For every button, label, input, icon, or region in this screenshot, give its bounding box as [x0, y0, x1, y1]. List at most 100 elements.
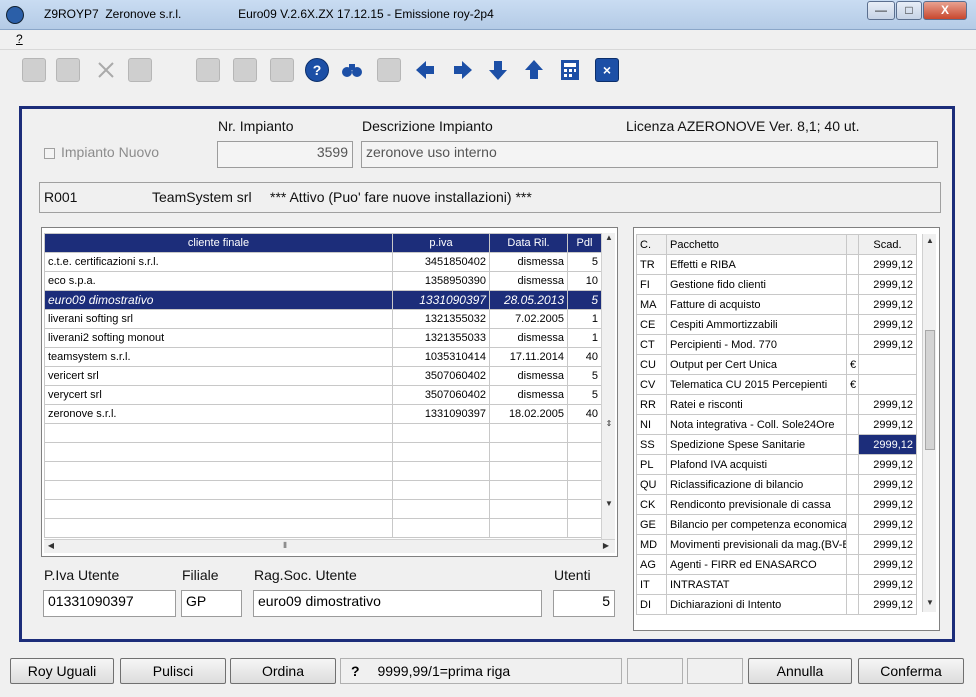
- package-currency-cell[interactable]: [846, 554, 859, 575]
- package-currency-cell[interactable]: [846, 334, 859, 355]
- client-row[interactable]: vericert srl 3507060402 dismessa 5: [44, 366, 602, 386]
- package-name-cell[interactable]: Movimenti previsionali da mag.(BV-B: [666, 534, 847, 555]
- package-row[interactable]: GE Bilancio per competenza economica 2999,…: [636, 514, 917, 535]
- client-row[interactable]: euro09 dimostrativo 1331090397 28.05.2013 5: [44, 290, 602, 310]
- package-scadenza-cell[interactable]: 2999,12: [858, 554, 917, 575]
- package-scadenza-cell[interactable]: 2999,12: [858, 274, 917, 295]
- filiale-field[interactable]: GP: [181, 590, 242, 617]
- package-name-cell[interactable]: Effetti e RIBA: [666, 254, 847, 275]
- package-currency-cell[interactable]: [846, 274, 859, 295]
- client-piva-cell[interactable]: 1331090397: [392, 404, 490, 424]
- package-currency-cell[interactable]: [846, 474, 859, 495]
- client-data-cell[interactable]: 17.11.2014: [489, 347, 568, 367]
- package-currency-cell[interactable]: [846, 314, 859, 335]
- package-scadenza-cell[interactable]: 2999,12: [858, 314, 917, 335]
- scroll-left-arrow[interactable]: ◀: [44, 541, 58, 550]
- save-all-icon[interactable]: [56, 58, 80, 82]
- package-scadenza-cell[interactable]: 2999,12: [858, 594, 917, 615]
- arrow-left-icon[interactable]: [414, 58, 438, 82]
- minimize-button[interactable]: —: [867, 1, 895, 20]
- package-scadenza-cell[interactable]: [858, 374, 917, 395]
- client-row[interactable]: verycert srl 3507060402 dismessa 5: [44, 385, 602, 405]
- col-scadenza[interactable]: Scad.: [858, 234, 917, 255]
- utenti-field[interactable]: 5: [553, 590, 615, 617]
- impianto-nuovo-checkbox[interactable]: [44, 148, 55, 159]
- package-name-cell[interactable]: Nota integrativa - Coll. Sole24Ore: [666, 414, 847, 435]
- package-code-cell[interactable]: CT: [636, 334, 667, 355]
- calculator-icon[interactable]: [558, 58, 582, 82]
- client-pdl-cell[interactable]: 1: [567, 328, 602, 348]
- print-icon[interactable]: [128, 58, 152, 82]
- package-code-cell[interactable]: DI: [636, 594, 667, 615]
- package-row[interactable]: TR Effetti e RIBA 2999,12: [636, 254, 917, 275]
- client-data-cell[interactable]: dismessa: [489, 271, 568, 291]
- package-scadenza-cell[interactable]: 2999,12: [858, 334, 917, 355]
- package-currency-cell[interactable]: [846, 254, 859, 275]
- client-pdl-cell[interactable]: 1: [567, 309, 602, 329]
- scroll-up-arrow[interactable]: ▲: [602, 233, 616, 242]
- package-currency-cell[interactable]: [846, 294, 859, 315]
- package-row[interactable]: CU Output per Cert Unica €: [636, 354, 917, 375]
- binoculars-icon[interactable]: [340, 58, 364, 82]
- client-name-cell[interactable]: vericert srl: [44, 366, 393, 386]
- package-code-cell[interactable]: AG: [636, 554, 667, 575]
- scroll-down-arrow[interactable]: ▼: [602, 499, 616, 508]
- package-currency-cell[interactable]: [846, 534, 859, 555]
- col-codice[interactable]: C.: [636, 234, 667, 255]
- package-scadenza-cell[interactable]: 2999,12: [858, 534, 917, 555]
- client-piva-cell[interactable]: 1358950390: [392, 271, 490, 291]
- clients-hscroll[interactable]: ◀ ⦀ ▶: [44, 539, 615, 553]
- package-scadenza-cell[interactable]: 2999,12: [858, 414, 917, 435]
- arrow-up-icon[interactable]: [522, 58, 546, 82]
- package-code-cell[interactable]: QU: [636, 474, 667, 495]
- client-row[interactable]: teamsystem s.r.l. 1035310414 17.11.2014 40: [44, 347, 602, 367]
- package-name-cell[interactable]: Telematica CU 2015 Percepienti: [666, 374, 847, 395]
- client-piva-cell[interactable]: 1321355032: [392, 309, 490, 329]
- client-pdl-cell[interactable]: 40: [567, 347, 602, 367]
- descrizione-field[interactable]: zeronove uso interno: [361, 141, 938, 168]
- transfer-icon[interactable]: [377, 58, 401, 82]
- col-data-ril[interactable]: Data Ril.: [489, 233, 568, 253]
- package-name-cell[interactable]: INTRASTAT: [666, 574, 847, 595]
- package-currency-cell[interactable]: [846, 414, 859, 435]
- package-name-cell[interactable]: Percipienti - Mod. 770: [666, 334, 847, 355]
- client-row[interactable]: eco s.p.a. 1358950390 dismessa 10: [44, 271, 602, 291]
- package-name-cell[interactable]: Rendiconto previsionale di cassa: [666, 494, 847, 515]
- package-currency-cell[interactable]: [846, 514, 859, 535]
- package-row[interactable]: NI Nota integrativa - Coll. Sole24Ore 2999…: [636, 414, 917, 435]
- package-code-cell[interactable]: RR: [636, 394, 667, 415]
- package-scadenza-cell[interactable]: 2999,12: [858, 494, 917, 515]
- package-scadenza-cell[interactable]: 2999,12: [858, 434, 917, 455]
- client-pdl-cell[interactable]: 40: [567, 404, 602, 424]
- package-code-cell[interactable]: NI: [636, 414, 667, 435]
- package-name-cell[interactable]: Agenti - FIRR ed ENASARCO: [666, 554, 847, 575]
- col-valuta[interactable]: [846, 234, 859, 255]
- arrow-down-icon[interactable]: [486, 58, 510, 82]
- close-button[interactable]: X: [923, 1, 967, 20]
- package-currency-cell[interactable]: [846, 434, 859, 455]
- maximize-button[interactable]: □: [896, 1, 922, 20]
- package-code-cell[interactable]: CV: [636, 374, 667, 395]
- package-code-cell[interactable]: CK: [636, 494, 667, 515]
- packages-scroll-thumb[interactable]: [925, 330, 935, 450]
- packages-scroll-up[interactable]: ▲: [923, 236, 937, 245]
- menu-help[interactable]: ?: [16, 32, 23, 46]
- client-row[interactable]: zeronove s.r.l. 1331090397 18.02.2005 40: [44, 404, 602, 424]
- col-piva[interactable]: p.iva: [392, 233, 490, 253]
- package-row[interactable]: QU Riclassificazione di bilancio 2999,12: [636, 474, 917, 495]
- package-name-cell[interactable]: Bilancio per competenza economica: [666, 514, 847, 535]
- package-code-cell[interactable]: SS: [636, 434, 667, 455]
- client-data-cell[interactable]: 28.05.2013: [489, 290, 568, 310]
- package-scadenza-cell[interactable]: 2999,12: [858, 474, 917, 495]
- client-pdl-cell[interactable]: 5: [567, 290, 602, 310]
- col-pdl[interactable]: Pdl: [567, 233, 602, 253]
- client-name-cell[interactable]: zeronove s.r.l.: [44, 404, 393, 424]
- package-code-cell[interactable]: MD: [636, 534, 667, 555]
- client-row[interactable]: liverani softing srl 1321355032 7.02.2005 1: [44, 309, 602, 329]
- package-name-cell[interactable]: Riclassificazione di bilancio: [666, 474, 847, 495]
- package-row[interactable]: DI Dichiarazioni di Intento 2999,12: [636, 594, 917, 615]
- arrow-right-icon[interactable]: [450, 58, 474, 82]
- package-row[interactable]: IT INTRASTAT 2999,12: [636, 574, 917, 595]
- package-code-cell[interactable]: PL: [636, 454, 667, 475]
- close-icon[interactable]: ×: [595, 58, 619, 82]
